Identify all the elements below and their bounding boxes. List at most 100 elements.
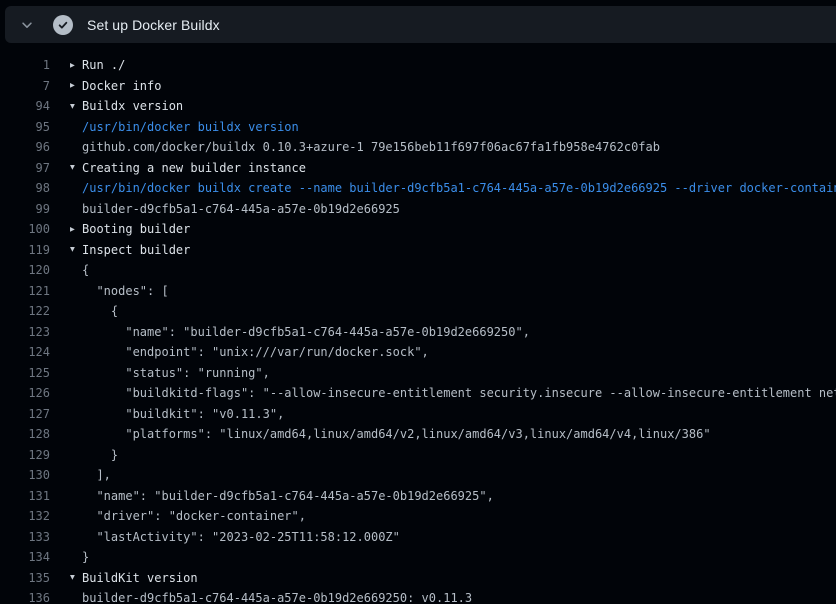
log-line-content: "name": "builder-d9cfb5a1-c764-445a-a57e… (50, 489, 494, 503)
log-line-number[interactable]: 95 (0, 120, 50, 134)
log-line-row: 96 github.com/docker/buildx 0.10.3+azure-… (0, 137, 836, 158)
log-line-row: 122 { (0, 301, 836, 322)
log-line-number[interactable]: 131 (0, 489, 50, 503)
log-group-row[interactable]: 119▼Inspect builder (0, 240, 836, 261)
log-line-number[interactable]: 130 (0, 468, 50, 482)
log-line-row: 98/usr/bin/docker buildx create --name b… (0, 178, 836, 199)
log-line-row: 124 "endpoint": "unix:///var/run/docker.… (0, 342, 836, 363)
log-line-text: "buildkitd-flags": "--allow-insecure-ent… (82, 386, 836, 400)
log-line-text: "endpoint": "unix:///var/run/docker.sock… (82, 345, 429, 359)
chevron-down-icon[interactable] (19, 17, 35, 33)
log-line-text: Creating a new builder instance (82, 161, 306, 175)
log-line-row: 136builder-d9cfb5a1-c764-445a-a57e-0b19d… (0, 588, 836, 604)
log-line-text: github.com/docker/buildx 0.10.3+azure-1 … (82, 140, 660, 154)
caret-right-icon[interactable]: ▶ (70, 60, 82, 69)
log-line-text: "platforms": "linux/amd64,linux/amd64/v2… (82, 427, 711, 441)
log-line-content: /usr/bin/docker buildx create --name bui… (50, 181, 836, 195)
log-line-content: ▶Docker info (50, 79, 161, 93)
log-line-content: ▼Inspect builder (50, 243, 190, 257)
log-line-content: "buildkit": "v0.11.3", (50, 407, 284, 421)
log-line-number[interactable]: 97 (0, 161, 50, 175)
log-line-number[interactable]: 121 (0, 284, 50, 298)
log-line-content: ▼Buildx version (50, 99, 183, 113)
step-header[interactable]: Set up Docker Buildx (5, 6, 836, 43)
log-line-number[interactable]: 94 (0, 99, 50, 113)
log-group-row[interactable]: 100 ▶Booting builder (0, 219, 836, 240)
log-line-text: { (82, 263, 89, 277)
log-line-number[interactable]: 120 (0, 263, 50, 277)
log-line-row: 123 "name": "builder-d9cfb5a1-c764-445a-… (0, 322, 836, 343)
log-line-text: { (82, 304, 118, 318)
log-line-content: "status": "running", (50, 366, 270, 380)
caret-right-icon[interactable]: ▶ (70, 81, 82, 90)
log-line-content: "buildkitd-flags": "--allow-insecure-ent… (50, 386, 836, 400)
log-line-number[interactable]: 99 (0, 202, 50, 216)
log-line-number[interactable]: 100 (0, 222, 50, 236)
log-line-content: } (50, 448, 118, 462)
log-line-number[interactable]: 136 (0, 591, 50, 604)
log-line-text: "status": "running", (82, 366, 270, 380)
log-line-text: "name": "builder-d9cfb5a1-c764-445a-a57e… (82, 489, 494, 503)
log-line-text: } (82, 448, 118, 462)
log-line-number[interactable]: 123 (0, 325, 50, 339)
log-line-number[interactable]: 98 (0, 181, 50, 195)
log-line-row: 132 "driver": "docker-container", (0, 506, 836, 527)
log-line-number[interactable]: 124 (0, 345, 50, 359)
log-line-content: github.com/docker/buildx 0.10.3+azure-1 … (50, 140, 660, 154)
caret-down-icon[interactable]: ▼ (70, 573, 82, 582)
log-group-row[interactable]: 1▶Run ./ (0, 55, 836, 76)
log-line-number[interactable]: 134 (0, 550, 50, 564)
log-line-text: Inspect builder (82, 243, 190, 257)
check-circle-icon (53, 15, 73, 35)
log-line-content: ▼Creating a new builder instance (50, 161, 306, 175)
log-line-number[interactable]: 133 (0, 530, 50, 544)
log-line-number[interactable]: 7 (0, 79, 50, 93)
log-line-text: "driver": "docker-container", (82, 509, 306, 523)
log-line-content: "lastActivity": "2023-02-25T11:58:12.000… (50, 530, 400, 544)
log-line-content: ], (50, 468, 111, 482)
log-line-number[interactable]: 1 (0, 58, 50, 72)
log-line-content: "nodes": [ (50, 284, 169, 298)
log-line-row: 127 "buildkit": "v0.11.3", (0, 404, 836, 425)
log-line-row: 99builder-d9cfb5a1-c764-445a-a57e-0b19d2… (0, 199, 836, 220)
log-line-text: Buildx version (82, 99, 183, 113)
log-line-number[interactable]: 132 (0, 509, 50, 523)
log-line-content: "endpoint": "unix:///var/run/docker.sock… (50, 345, 429, 359)
log-line-number[interactable]: 127 (0, 407, 50, 421)
log-line-text: } (82, 550, 89, 564)
log-line-number[interactable]: 125 (0, 366, 50, 380)
log-line-content: builder-d9cfb5a1-c764-445a-a57e-0b19d2e6… (50, 591, 472, 604)
log-group-row[interactable]: 7▶Docker info (0, 76, 836, 97)
log-line-number[interactable]: 135 (0, 571, 50, 585)
log-line-row: 121 "nodes": [ (0, 281, 836, 302)
log-line-number[interactable]: 128 (0, 427, 50, 441)
log-line-row: 130 ], (0, 465, 836, 486)
log-line-content: builder-d9cfb5a1-c764-445a-a57e-0b19d2e6… (50, 202, 400, 216)
log-line-content: "platforms": "linux/amd64,linux/amd64/v2… (50, 427, 711, 441)
log-line-row: 120 { (0, 260, 836, 281)
caret-down-icon[interactable]: ▼ (70, 163, 82, 172)
log-line-content: { (50, 263, 89, 277)
log-line-number[interactable]: 126 (0, 386, 50, 400)
log-line-number[interactable]: 129 (0, 448, 50, 462)
log-group-row[interactable]: 97▼Creating a new builder instance (0, 158, 836, 179)
log-line-content: ▼BuildKit version (50, 571, 198, 585)
log-group-row[interactable]: 94▼Buildx version (0, 96, 836, 117)
log-group-row[interactable]: 135▼BuildKit version (0, 568, 836, 589)
log-line-number[interactable]: 119 (0, 243, 50, 257)
log-line-text: "lastActivity": "2023-02-25T11:58:12.000… (82, 530, 400, 544)
log-line-row: 125 "status": "running", (0, 363, 836, 384)
caret-down-icon[interactable]: ▼ (70, 245, 82, 254)
log-line-content: /usr/bin/docker buildx version (50, 120, 299, 134)
log-line-text: Booting builder (82, 222, 190, 236)
log-line-content: "driver": "docker-container", (50, 509, 306, 523)
log-line-row: 126 "buildkitd-flags": "--allow-insecure… (0, 383, 836, 404)
log-line-row: 128 "platforms": "linux/amd64,linux/amd6… (0, 424, 836, 445)
log-line-row: 131 "name": "builder-d9cfb5a1-c764-445a-… (0, 486, 836, 507)
log-line-number[interactable]: 122 (0, 304, 50, 318)
log-line-number[interactable]: 96 (0, 140, 50, 154)
caret-right-icon[interactable]: ▶ (70, 224, 82, 233)
log-line-text: BuildKit version (82, 571, 198, 585)
log-line-text: /usr/bin/docker buildx version (82, 120, 299, 134)
caret-down-icon[interactable]: ▼ (70, 101, 82, 110)
